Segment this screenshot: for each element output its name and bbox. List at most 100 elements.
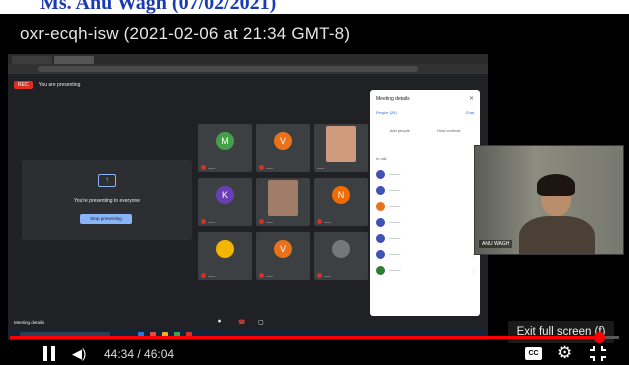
camera-icon: ▢	[258, 320, 264, 326]
participant-tile: V ——	[256, 232, 310, 280]
participant-avatar: V	[274, 240, 292, 258]
presentation-preview: ↑ You're presenting to everyone Stop pre…	[22, 160, 192, 240]
hangup-icon: ☎	[238, 320, 246, 326]
participant-name: ——	[259, 165, 273, 170]
document-header-text: Ms. Anu Wagh (07/02/2021)	[40, 0, 277, 14]
list-item: ———⋮	[376, 198, 476, 214]
webcam-caption: ANU WAGH	[479, 240, 513, 248]
mic-off-icon	[201, 219, 206, 224]
participant-name: ——	[259, 219, 273, 224]
participant-tile: K ——	[198, 178, 252, 226]
participant-avatar: V	[274, 132, 292, 150]
participant-avatar	[216, 240, 234, 258]
time-display: 44:34 / 46:04	[104, 347, 175, 361]
participant-avatar: N	[332, 186, 350, 204]
participant-tile: ——	[314, 124, 368, 172]
presenting-to-everyone-text: You're presenting to everyone	[73, 198, 141, 204]
list-item: ———⋮	[376, 230, 476, 246]
presenting-bar: REC You are presenting	[14, 80, 80, 90]
tab-people: People (26)	[376, 110, 397, 115]
pause-button[interactable]	[43, 346, 55, 361]
mic-off-icon	[201, 165, 206, 170]
browser-tab-strip	[8, 54, 488, 64]
avatar	[376, 233, 385, 243]
player-controls: ◀) 44:34 / 46:04 CC ⚙	[0, 343, 629, 365]
people-list: ———⋮ ———⋮ ———⋮ ———⋮ ———⋮ ———⋮ ———⋮	[376, 166, 476, 278]
progress-played	[10, 336, 600, 339]
list-item: ———⋮	[376, 262, 476, 278]
participant-tile: V ——	[256, 124, 310, 172]
exit-fullscreen-icon	[590, 346, 595, 351]
mic-off-icon: ⋮	[472, 267, 476, 273]
presenter-webcam: ANU WAGH	[474, 145, 624, 255]
participant-grid: M —— V —— —— K —— —— N —— —— V —— ——	[198, 124, 368, 284]
rec-badge: REC	[14, 81, 33, 89]
participant-tile: N ——	[314, 178, 368, 226]
mic-off-icon	[201, 273, 206, 278]
list-item: ———⋮	[376, 214, 476, 230]
person-body	[519, 216, 595, 254]
presenting-label: You are presenting	[38, 82, 81, 88]
participant-name: ——	[201, 165, 215, 170]
participant-video	[268, 180, 298, 216]
browser-tab	[54, 56, 94, 64]
participant-name: ——	[317, 166, 325, 170]
avatar	[376, 265, 385, 275]
volume-button[interactable]: ◀)	[72, 346, 88, 361]
mic-icon: ⏺	[218, 319, 222, 325]
participant-tile: M ——	[198, 124, 252, 172]
mic-off-icon	[259, 273, 264, 278]
panel-title: Meeting details	[376, 96, 410, 102]
mic-off-icon	[259, 219, 264, 224]
list-item: ———⋮	[376, 166, 476, 182]
present-screen-icon: ↑	[98, 174, 116, 187]
person-hair	[537, 174, 575, 196]
progress-bar[interactable]	[10, 332, 619, 343]
mic-off-icon	[317, 219, 322, 224]
video-title: oxr-ecqh-isw (2021-02-06 at 21:34 GMT-8)	[20, 24, 351, 43]
participant-avatar: K	[216, 186, 234, 204]
participant-tile: ——	[256, 178, 310, 226]
participant-name: ——	[201, 273, 215, 278]
panel-actions: Add people Host controls	[376, 128, 474, 146]
avatar	[376, 249, 385, 259]
in-call-label: In call	[376, 156, 387, 161]
avatar	[376, 169, 385, 179]
shared-screen: REC You are presenting ↑ You're presenti…	[8, 54, 488, 330]
participant-avatar	[332, 240, 350, 258]
mic-off-icon	[317, 273, 322, 278]
panel-tabs: People (26) Chat	[376, 110, 474, 120]
exit-fullscreen-button[interactable]	[590, 346, 606, 361]
browser-tab	[12, 56, 52, 64]
browser-address-bar	[8, 64, 488, 74]
avatar	[376, 185, 385, 195]
tab-chat: Chat	[465, 110, 474, 115]
close-icon: ✕	[468, 96, 474, 102]
participant-name: ——	[317, 273, 331, 278]
participant-video	[326, 126, 356, 162]
video-player[interactable]: oxr-ecqh-isw (2021-02-06 at 21:34 GMT-8)…	[0, 14, 629, 365]
captions-button[interactable]: CC	[525, 347, 542, 360]
volume-icon: ◀)	[72, 346, 87, 361]
avatar	[376, 201, 385, 211]
participant-tile: ——	[314, 232, 368, 280]
participant-name: ——	[259, 273, 273, 278]
participant-tile: ——	[198, 232, 252, 280]
pause-icon	[43, 346, 47, 361]
settings-gear-icon: ⚙	[557, 343, 573, 362]
list-item: ———⋮	[376, 246, 476, 262]
captions-icon: CC	[528, 350, 539, 357]
mic-off-icon	[259, 165, 264, 170]
meeting-details-panel: Meeting details ✕ People (26) Chat Add p…	[370, 90, 480, 316]
host-controls-action: Host controls	[437, 128, 461, 133]
meet-bottom-bar: Meeting details ⏺ ☎ ▢	[8, 316, 488, 330]
settings-button[interactable]: ⚙	[557, 344, 572, 362]
add-people-action: Add people	[389, 128, 410, 133]
url-field	[38, 66, 418, 72]
participant-avatar: M	[216, 132, 234, 150]
participant-name: ——	[317, 219, 331, 224]
list-item: ———⋮	[376, 182, 476, 198]
meeting-details-label: Meeting details	[14, 320, 45, 325]
document-header: Ms. Anu Wagh (07/02/2021)	[0, 0, 629, 14]
participant-name: ——	[201, 219, 215, 224]
